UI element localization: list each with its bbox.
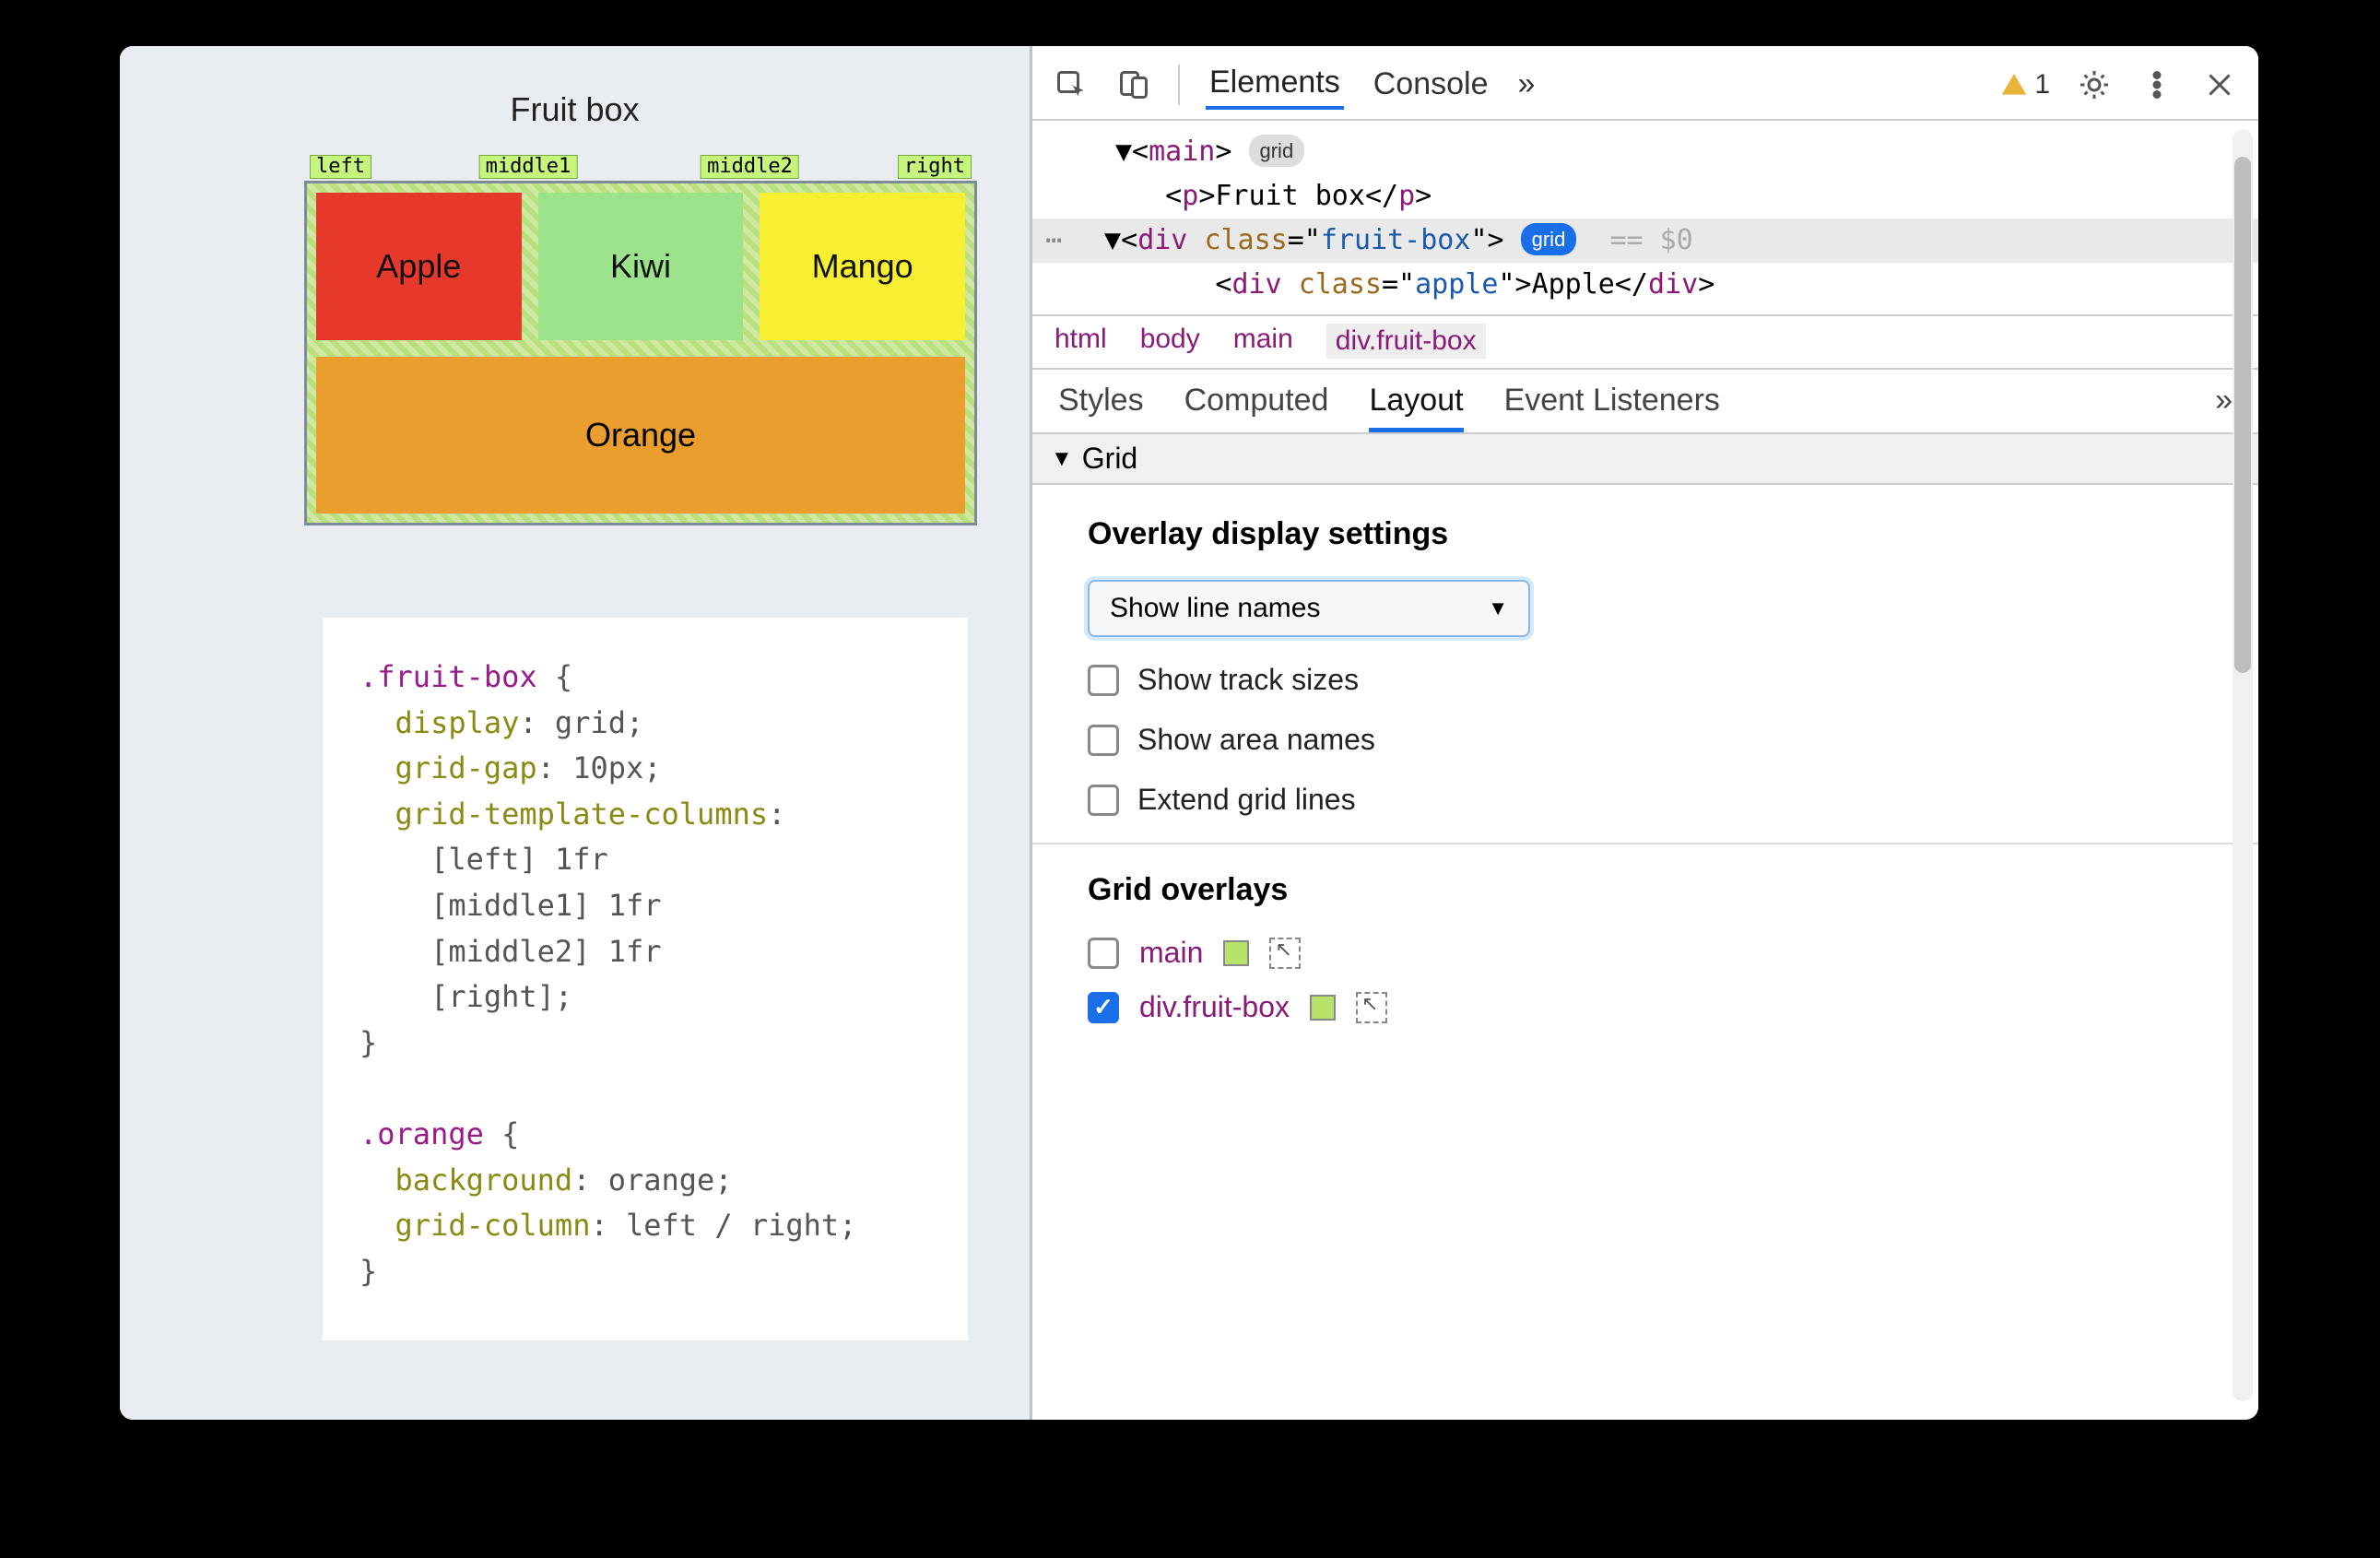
checkbox[interactable] bbox=[1088, 665, 1119, 696]
cell-mango: Mango bbox=[760, 193, 965, 340]
app-window: Fruit box left middle1 middle2 right App… bbox=[120, 46, 2258, 1420]
more-tabs-icon[interactable]: » bbox=[1517, 66, 1535, 102]
grid-line-label-middle2: middle2 bbox=[701, 155, 799, 179]
overlay-name[interactable]: main bbox=[1139, 936, 1203, 970]
page-title: Fruit box bbox=[120, 46, 1030, 129]
warnings-badge[interactable]: 1 bbox=[1999, 69, 2050, 100]
option-label: Show track sizes bbox=[1137, 663, 1359, 697]
breadcrumb-main[interactable]: main bbox=[1233, 324, 1293, 359]
more-subtabs-icon[interactable]: » bbox=[2215, 383, 2233, 432]
rendered-page-pane: Fruit box left middle1 middle2 right App… bbox=[120, 46, 1032, 1420]
tab-console[interactable]: Console bbox=[1370, 61, 1492, 108]
styles-subtabs: Styles Computed Layout Event Listeners » bbox=[1032, 370, 2258, 432]
layout-panel: Overlay display settings Show line names… bbox=[1032, 485, 2258, 1081]
close-icon[interactable] bbox=[2201, 66, 2238, 103]
cell-orange: Orange bbox=[316, 357, 965, 513]
kebab-icon[interactable] bbox=[2138, 66, 2175, 103]
color-swatch[interactable] bbox=[1310, 995, 1336, 1021]
subtab-layout[interactable]: Layout bbox=[1369, 383, 1463, 432]
layout-section-header[interactable]: ▼ Grid bbox=[1032, 432, 2258, 485]
cell-orange-label: Orange bbox=[530, 357, 750, 513]
line-names-dropdown[interactable]: Show line names ▼ bbox=[1088, 580, 1530, 637]
subtab-computed[interactable]: Computed bbox=[1184, 383, 1329, 432]
reveal-in-elements-icon[interactable] bbox=[1356, 992, 1387, 1023]
devtools-pane: Elements Console » 1 ▼<main> grid <p>Fru… bbox=[1032, 46, 2258, 1420]
overlay-name[interactable]: div.fruit-box bbox=[1139, 990, 1290, 1024]
tab-elements[interactable]: Elements bbox=[1206, 59, 1344, 110]
dom-tree[interactable]: ▼<main> grid <p>Fruit box</p> ▼<div clas… bbox=[1032, 121, 2258, 314]
disclosure-triangle-icon: ▼ bbox=[1051, 446, 1073, 472]
scrollbar[interactable] bbox=[2233, 129, 2253, 1401]
devtools-toolbar: Elements Console » 1 bbox=[1032, 46, 2258, 121]
overlay-settings-heading: Overlay display settings bbox=[1088, 516, 2221, 552]
overlay-item-main: main bbox=[1088, 936, 2221, 970]
chevron-down-icon: ▼ bbox=[1488, 596, 1508, 620]
option-track-sizes[interactable]: Show track sizes bbox=[1088, 663, 2221, 697]
dropdown-value: Show line names bbox=[1110, 593, 1320, 624]
cell-kiwi: Kiwi bbox=[538, 193, 744, 340]
color-swatch[interactable] bbox=[1223, 940, 1249, 966]
scrollbar-thumb[interactable] bbox=[2234, 157, 2251, 673]
gear-icon[interactable] bbox=[2076, 66, 2113, 103]
grid-badge-active[interactable]: grid bbox=[1521, 223, 1577, 255]
reveal-in-elements-icon[interactable] bbox=[1269, 938, 1301, 969]
warnings-count: 1 bbox=[2034, 69, 2050, 100]
breadcrumb-body[interactable]: body bbox=[1140, 324, 1200, 359]
option-area-names[interactable]: Show area names bbox=[1088, 723, 2221, 757]
overlay-item-fruitbox: div.fruit-box bbox=[1088, 990, 2221, 1024]
checkbox[interactable] bbox=[1088, 938, 1119, 969]
checkbox[interactable] bbox=[1088, 992, 1119, 1023]
device-toggle-icon[interactable] bbox=[1115, 66, 1152, 103]
checkbox[interactable] bbox=[1088, 785, 1119, 816]
layout-section-title: Grid bbox=[1082, 442, 1137, 476]
inspect-icon[interactable] bbox=[1053, 66, 1090, 103]
grid-line-label-middle1: middle1 bbox=[479, 155, 578, 179]
checkbox[interactable] bbox=[1088, 725, 1119, 756]
grid-overlays-heading: Grid overlays bbox=[1088, 872, 2221, 908]
grid-line-labels: left middle1 middle2 right bbox=[310, 155, 972, 181]
grid-preview: left middle1 middle2 right Apple Kiwi Ma… bbox=[304, 155, 977, 525]
cell-apple: Apple bbox=[316, 193, 522, 340]
option-extend-lines[interactable]: Extend grid lines bbox=[1088, 783, 2221, 817]
breadcrumb-html[interactable]: html bbox=[1055, 324, 1107, 359]
grid-line-label-right: right bbox=[898, 155, 972, 179]
subtab-styles[interactable]: Styles bbox=[1058, 383, 1144, 432]
option-label: Show area names bbox=[1137, 723, 1375, 757]
fruit-box-grid[interactable]: Apple Kiwi Mango Orange bbox=[304, 181, 977, 525]
dom-breadcrumbs: html body main div.fruit-box bbox=[1032, 314, 2258, 370]
option-label: Extend grid lines bbox=[1137, 783, 1356, 817]
css-snippet: .fruit-box { display: grid; grid-gap: 10… bbox=[323, 618, 968, 1340]
grid-badge[interactable]: grid bbox=[1249, 135, 1305, 167]
grid-line-label-left: left bbox=[310, 155, 371, 179]
subtab-listeners[interactable]: Event Listeners bbox=[1504, 383, 1720, 432]
breadcrumb-fruitbox[interactable]: div.fruit-box bbox=[1326, 324, 1486, 359]
dom-selected-node[interactable]: ▼<div class="fruit-box"> grid == $0 bbox=[1032, 218, 2258, 263]
